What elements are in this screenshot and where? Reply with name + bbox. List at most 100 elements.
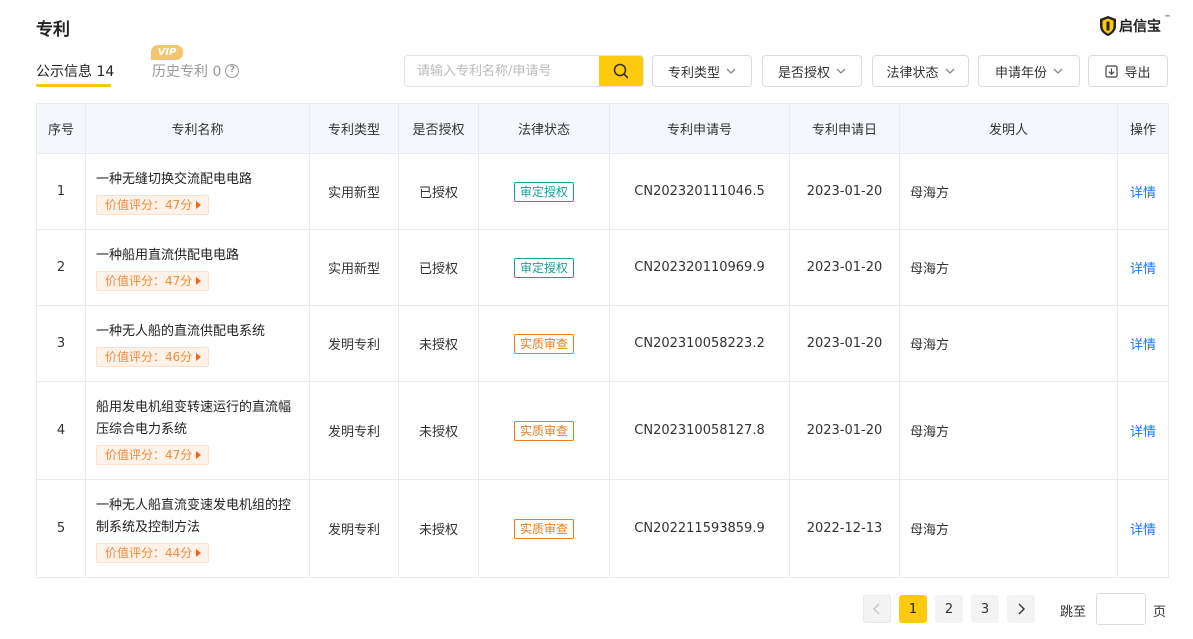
patent-name: 一种无缝切换交流配电电路 <box>96 171 253 187</box>
legal-status-cell: 审定授权 <box>478 153 610 230</box>
export-button[interactable]: 导出 <box>1088 55 1168 87</box>
column-header: 序号 <box>36 103 86 154</box>
filter-patent-type[interactable]: 专利类型 <box>652 55 752 87</box>
next-page-button[interactable] <box>1007 595 1035 623</box>
column-header: 是否授权 <box>398 103 479 154</box>
inventor: 母海方 <box>899 153 1118 230</box>
application-date: 2023-01-20 <box>789 153 900 230</box>
tab-public-info[interactable]: 公示信息 14 <box>36 61 114 81</box>
patent-name-cell: 一种无缝切换交流配电电路 价值评分：47分 <box>85 153 310 230</box>
application-number: CN202320111046.5 <box>609 153 790 230</box>
legal-status-badge: 审定授权 <box>513 257 574 278</box>
value-score: 价值评分：47分 <box>105 198 193 212</box>
action-cell: 详情 <box>1117 153 1169 230</box>
filter-label: 法律状态 <box>886 65 939 81</box>
page-button-3[interactable]: 3 <box>971 595 999 623</box>
vip-badge: VIP <box>151 45 183 60</box>
column-header: 专利申请日 <box>789 103 900 154</box>
detail-link[interactable]: 详情 <box>1130 338 1156 353</box>
table-row: 1 一种无缝切换交流配电电路 价值评分：47分 实用新型 已授权 审定授权 CN… <box>36 153 1169 230</box>
caret-right-icon <box>196 450 202 459</box>
export-icon <box>1105 64 1119 78</box>
search-button[interactable] <box>599 56 643 86</box>
filter-label: 申请年份 <box>994 65 1047 81</box>
value-score-tag[interactable]: 价值评分：47分 <box>96 270 210 291</box>
patent-name: 船用发电机组变转速运行的直流幅压综合电力系统 <box>96 399 292 437</box>
patent-type: 实用新型 <box>309 229 399 306</box>
caret-right-icon <box>196 352 202 361</box>
detail-link[interactable]: 详情 <box>1130 523 1156 538</box>
value-score-tag[interactable]: 价值评分：46分 <box>96 346 210 367</box>
jump-page-input[interactable] <box>1096 593 1146 625</box>
detail-link[interactable]: 详情 <box>1130 186 1156 201</box>
page-button-2[interactable]: 2 <box>935 595 963 623</box>
column-header: 专利申请号 <box>609 103 790 154</box>
column-header: 发明人 <box>899 103 1118 154</box>
application-date: 2023-01-20 <box>789 229 900 306</box>
row-index: 5 <box>36 479 86 578</box>
chevron-down-icon <box>726 68 736 74</box>
patent-name-cell: 一种无人船的直流供配电系统 价值评分：46分 <box>85 305 310 382</box>
legal-status-badge: 审定授权 <box>513 181 574 202</box>
inventor: 母海方 <box>899 381 1118 480</box>
search-icon <box>613 63 629 79</box>
prev-page-button[interactable] <box>863 595 891 623</box>
filter-authorized[interactable]: 是否授权 <box>762 55 862 87</box>
page-unit-label: 页 <box>1153 605 1167 620</box>
value-score-tag[interactable]: 价值评分：47分 <box>96 444 210 465</box>
value-score-tag[interactable]: 价值评分：44分 <box>96 542 210 563</box>
patent-type: 发明专利 <box>309 381 399 480</box>
value-score-tag[interactable]: 价值评分：47分 <box>96 194 210 215</box>
application-date: 2023-01-20 <box>789 305 900 382</box>
page-button-1[interactable]: 1 <box>899 595 927 623</box>
row-index: 1 <box>36 153 86 230</box>
brand-trademark: ™ <box>1164 14 1171 22</box>
patent-name: 一种无人船直流变速发电机组的控制系统及控制方法 <box>96 497 292 535</box>
search-box <box>404 55 644 87</box>
value-score: 价值评分：47分 <box>105 274 193 288</box>
column-header: 专利名称 <box>85 103 310 154</box>
legal-status-cell: 实质审查 <box>478 479 610 578</box>
detail-link[interactable]: 详情 <box>1130 262 1156 277</box>
search-input[interactable] <box>405 56 599 86</box>
table-row: 3 一种无人船的直流供配电系统 价值评分：46分 发明专利 未授权 实质审查 C… <box>36 305 1169 382</box>
table-row: 2 一种船用直流供配电电路 价值评分：47分 实用新型 已授权 审定授权 CN2… <box>36 229 1169 306</box>
authorized-status: 未授权 <box>398 305 479 382</box>
caret-right-icon <box>196 548 202 557</box>
action-cell: 详情 <box>1117 305 1169 382</box>
brand-name: 启信宝 <box>1119 19 1161 35</box>
patent-type: 实用新型 <box>309 153 399 230</box>
value-score: 价值评分：44分 <box>105 546 193 560</box>
action-cell: 详情 <box>1117 479 1169 578</box>
value-score: 价值评分：47分 <box>105 448 193 462</box>
chevron-down-icon <box>1053 68 1063 74</box>
row-index: 4 <box>36 381 86 480</box>
application-date: 2023-01-20 <box>789 381 900 480</box>
table-row: 5 一种无人船直流变速发电机组的控制系统及控制方法 价值评分：44分 发明专利 … <box>36 479 1169 578</box>
legal-status-badge: 实质审查 <box>513 420 574 441</box>
table-row: 4 船用发电机组变转速运行的直流幅压综合电力系统 价值评分：47分 发明专利 未… <box>36 381 1169 480</box>
caret-right-icon <box>196 276 202 285</box>
inventor: 母海方 <box>899 479 1118 578</box>
detail-link[interactable]: 详情 <box>1130 425 1156 440</box>
authorized-status: 未授权 <box>398 381 479 480</box>
legal-status-cell: 实质审查 <box>478 381 610 480</box>
inventor: 母海方 <box>899 229 1118 306</box>
table-header-row: 序号 专利名称 专利类型 是否授权 法律状态 专利申请号 专利申请日 发明人 操… <box>36 103 1169 154</box>
brand-logo: 启信宝 ™ <box>1100 14 1171 36</box>
row-index: 3 <box>36 305 86 382</box>
filter-legal-status[interactable]: 法律状态 <box>872 55 969 87</box>
chevron-left-icon <box>873 603 880 615</box>
patent-name: 一种无人船的直流供配电系统 <box>96 323 266 339</box>
legal-status-cell: 实质审查 <box>478 305 610 382</box>
action-cell: 详情 <box>1117 229 1169 306</box>
row-index: 2 <box>36 229 86 306</box>
filter-apply-year[interactable]: 申请年份 <box>978 55 1080 87</box>
column-header: 专利类型 <box>309 103 399 154</box>
jump-to-label: 跳至 <box>1060 605 1087 620</box>
caret-right-icon <box>196 200 202 209</box>
legal-status-badge: 实质审查 <box>513 333 574 354</box>
tab-history-patents[interactable]: 历史专利 0 ? <box>152 61 240 81</box>
patent-type: 发明专利 <box>309 305 399 382</box>
help-icon[interactable]: ? <box>225 64 240 78</box>
